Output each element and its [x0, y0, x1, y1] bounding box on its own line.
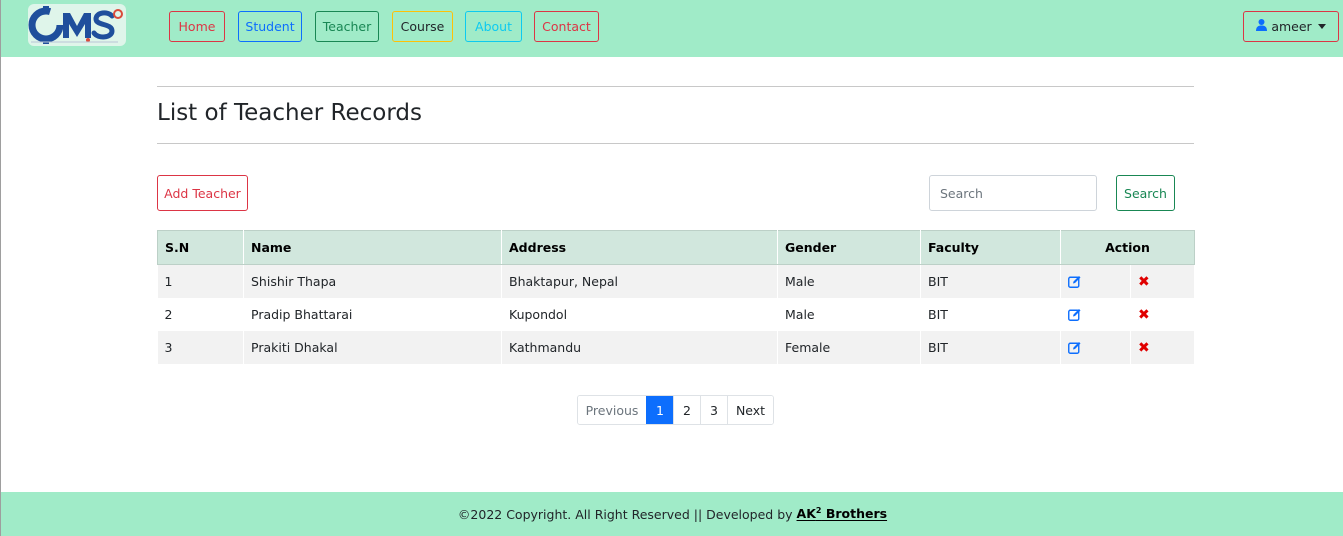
pagination-page-2[interactable]: 2: [673, 396, 700, 424]
delete-icon[interactable]: ✖: [1138, 340, 1150, 356]
cell-address: Kupondol: [501, 297, 778, 331]
nav-about-button[interactable]: About: [465, 11, 522, 42]
nav-home-button[interactable]: Home: [169, 11, 225, 42]
cell-edit: [1060, 330, 1131, 364]
pagination-page-1[interactable]: 1: [646, 396, 673, 424]
cell-edit: [1060, 297, 1131, 331]
header-action: Action: [1060, 230, 1195, 265]
user-name: ameer: [1271, 19, 1312, 34]
cell-gender: Male: [777, 264, 921, 298]
header-address: Address: [501, 230, 778, 265]
footer-brand-suffix: Brothers: [821, 506, 888, 522]
pagination: Previous 1 2 3 Next: [577, 395, 774, 425]
footer: ©2022 Copyright. All Right Reserved || D…: [1, 492, 1343, 536]
cell-edit: [1060, 264, 1131, 298]
delete-icon[interactable]: ✖: [1138, 274, 1150, 290]
add-teacher-button[interactable]: Add Teacher: [157, 175, 248, 211]
cell-delete: ✖: [1130, 330, 1195, 364]
table-row: 3 Prakiti Dhakal Kathmandu Female BIT ✖: [157, 330, 1195, 364]
cell-address: Bhaktapur, Nepal: [501, 264, 778, 298]
teacher-records-table: S.N Name Address Gender Faculty Action 1…: [157, 230, 1195, 364]
nav-contact-button[interactable]: Contact: [534, 11, 599, 42]
edit-icon[interactable]: [1068, 308, 1123, 321]
header-name: Name: [243, 230, 502, 265]
cell-sn: 1: [157, 264, 244, 298]
nav-course-button[interactable]: Course: [392, 11, 453, 42]
cell-address: Kathmandu: [501, 330, 778, 364]
navbar: CMS Home Student Teacher Course About Co…: [1, 0, 1343, 57]
search-input[interactable]: [929, 175, 1097, 211]
cell-name: Shishir Thapa: [243, 264, 502, 298]
table-header-row: S.N Name Address Gender Faculty Action: [157, 230, 1195, 265]
cell-gender: Female: [777, 330, 921, 364]
pagination-previous[interactable]: Previous: [578, 396, 646, 424]
logo-graphic: [28, 6, 123, 44]
edit-icon[interactable]: [1068, 275, 1123, 288]
cell-faculty: BIT: [920, 330, 1061, 364]
nav-student-button[interactable]: Student: [238, 11, 302, 42]
user-menu-button[interactable]: ameer: [1243, 11, 1339, 42]
header-faculty: Faculty: [920, 230, 1061, 265]
footer-brand-prefix: AK: [796, 506, 816, 522]
table-row: 1 Shishir Thapa Bhaktapur, Nepal Male BI…: [157, 264, 1195, 298]
chevron-down-icon: [1317, 24, 1326, 29]
cell-faculty: BIT: [920, 297, 1061, 331]
header-gender: Gender: [777, 230, 921, 265]
header-sn: S.N: [157, 230, 244, 265]
cell-delete: ✖: [1130, 264, 1195, 298]
table-row: 2 Pradip Bhattarai Kupondol Male BIT ✖: [157, 297, 1195, 331]
footer-brand-link[interactable]: AK2 Brothers: [797, 506, 888, 521]
cell-sn: 3: [157, 330, 244, 364]
page-title: List of Teacher Records: [157, 100, 422, 126]
top-divider: [157, 86, 1194, 87]
cell-gender: Male: [777, 297, 921, 331]
cms-logo[interactable]: CMS: [28, 4, 126, 46]
logo-text: CMS: [28, 46, 29, 47]
cell-name: Pradip Bhattarai: [243, 297, 502, 331]
edit-icon[interactable]: [1068, 341, 1123, 354]
footer-copyright: ©2022 Copyright. All Right Reserved || D…: [457, 506, 793, 522]
search-button[interactable]: Search: [1116, 175, 1175, 211]
user-icon: [1256, 19, 1268, 34]
title-divider: [157, 143, 1194, 144]
delete-icon[interactable]: ✖: [1138, 307, 1150, 323]
pagination-next[interactable]: Next: [727, 396, 773, 424]
cell-delete: ✖: [1130, 297, 1195, 331]
cell-sn: 2: [157, 297, 244, 331]
cell-name: Prakiti Dhakal: [243, 330, 502, 364]
pagination-page-3[interactable]: 3: [700, 396, 727, 424]
cell-faculty: BIT: [920, 264, 1061, 298]
nav-teacher-button[interactable]: Teacher: [315, 11, 379, 42]
